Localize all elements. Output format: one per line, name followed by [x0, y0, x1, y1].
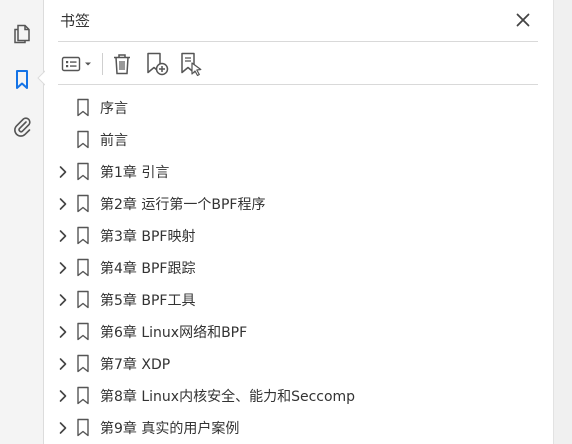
- attachments-button[interactable]: [6, 110, 38, 142]
- paperclip-icon: [14, 117, 31, 137]
- bookmark-icon: [77, 98, 89, 117]
- close-panel-button[interactable]: [513, 10, 533, 30]
- bookmark-label: 第5章 BPF工具: [100, 293, 196, 309]
- expand-toggle[interactable]: [55, 260, 71, 276]
- expand-toggle[interactable]: [55, 324, 71, 340]
- bookmark-row[interactable]: 第7章 XDP: [45, 348, 553, 380]
- bookmark-icon: [77, 354, 89, 373]
- pages-icon: [14, 24, 30, 44]
- bookmarks-toolbar: [45, 45, 553, 83]
- list-options-icon: [61, 56, 91, 72]
- panel-scrollbar[interactable]: [553, 0, 572, 444]
- delete-bookmark-button[interactable]: [109, 50, 135, 78]
- expand-toggle[interactable]: [55, 356, 71, 372]
- bookmark-row[interactable]: 第1章 引言: [45, 156, 553, 188]
- panel-title: 书签: [60, 12, 91, 30]
- bookmark-icon: [16, 70, 28, 89]
- page-thumbnails-button[interactable]: [6, 18, 38, 50]
- bookmark-selection-icon: [181, 52, 202, 77]
- expand-toggle[interactable]: [55, 228, 71, 244]
- chevron-right-icon: [59, 422, 67, 434]
- chevron-right-icon: [59, 326, 67, 338]
- bookmark-icon: [77, 162, 89, 181]
- bookmarks-panel-button[interactable]: [6, 64, 38, 96]
- bookmark-label: 第8章 Linux内核安全、能力和Seccomp: [100, 389, 356, 405]
- chevron-right-icon: [59, 294, 67, 306]
- header-divider: [58, 41, 538, 42]
- bookmark-row[interactable]: 第9章 真实的用户案例: [45, 412, 553, 444]
- chevron-right-icon: [59, 358, 67, 370]
- options-menu-button[interactable]: [59, 50, 97, 78]
- bookmarks-panel: 书签 序言 前言 第1章 引言 第2章 运行第一个BPF程序 第3章 BPF映射…: [45, 0, 553, 444]
- bookmark-icon: [77, 226, 89, 245]
- bookmark-row[interactable]: 第5章 BPF工具: [45, 284, 553, 316]
- new-bookmark-from-selection-button[interactable]: [177, 50, 205, 78]
- bookmark-label: 前言: [100, 133, 128, 149]
- new-bookmark-button[interactable]: [143, 50, 171, 78]
- bookmark-label: 序言: [100, 101, 128, 117]
- bookmark-icon: [77, 418, 89, 437]
- bookmark-row[interactable]: 第4章 BPF跟踪: [45, 252, 553, 284]
- expand-toggle[interactable]: [55, 292, 71, 308]
- bookmark-row[interactable]: 第2章 运行第一个BPF程序: [45, 188, 553, 220]
- bookmark-row[interactable]: 序言: [45, 92, 553, 124]
- chevron-right-icon: [59, 262, 67, 274]
- bookmark-label: 第1章 引言: [100, 165, 170, 181]
- bookmark-icon: [77, 258, 89, 277]
- expand-toggle[interactable]: [55, 164, 71, 180]
- trash-icon: [114, 54, 130, 75]
- expand-toggle[interactable]: [55, 420, 71, 436]
- navigation-rail: [0, 0, 46, 444]
- chevron-right-icon: [59, 198, 67, 210]
- expand-toggle[interactable]: [55, 196, 71, 212]
- close-icon: [516, 13, 530, 27]
- bookmark-icon: [77, 322, 89, 341]
- bookmark-icon: [77, 130, 89, 149]
- bookmark-label: 第9章 真实的用户案例: [100, 421, 240, 437]
- toolbar-divider: [58, 84, 538, 85]
- bookmark-icon: [77, 194, 89, 213]
- bookmark-label: 第2章 运行第一个BPF程序: [100, 197, 266, 213]
- bookmark-label: 第6章 Linux网络和BPF: [100, 325, 248, 341]
- chevron-right-icon: [59, 230, 67, 242]
- bookmark-row[interactable]: 第8章 Linux内核安全、能力和Seccomp: [45, 380, 553, 412]
- bookmark-icon: [77, 290, 89, 309]
- toolbar-separator: [102, 53, 103, 75]
- expand-toggle[interactable]: [55, 388, 71, 404]
- panel-header: 书签: [45, 0, 553, 42]
- bookmark-label: 第4章 BPF跟踪: [100, 261, 196, 277]
- chevron-right-icon: [59, 390, 67, 402]
- chevron-right-icon: [59, 166, 67, 178]
- bookmark-row[interactable]: 第3章 BPF映射: [45, 220, 553, 252]
- bookmark-row[interactable]: 第6章 Linux网络和BPF: [45, 316, 553, 348]
- bookmark-label: 第7章 XDP: [100, 357, 171, 373]
- bookmark-add-icon: [147, 52, 169, 76]
- bookmark-row[interactable]: 前言: [45, 124, 553, 156]
- bookmark-label: 第3章 BPF映射: [100, 229, 196, 245]
- bookmark-icon: [77, 386, 89, 405]
